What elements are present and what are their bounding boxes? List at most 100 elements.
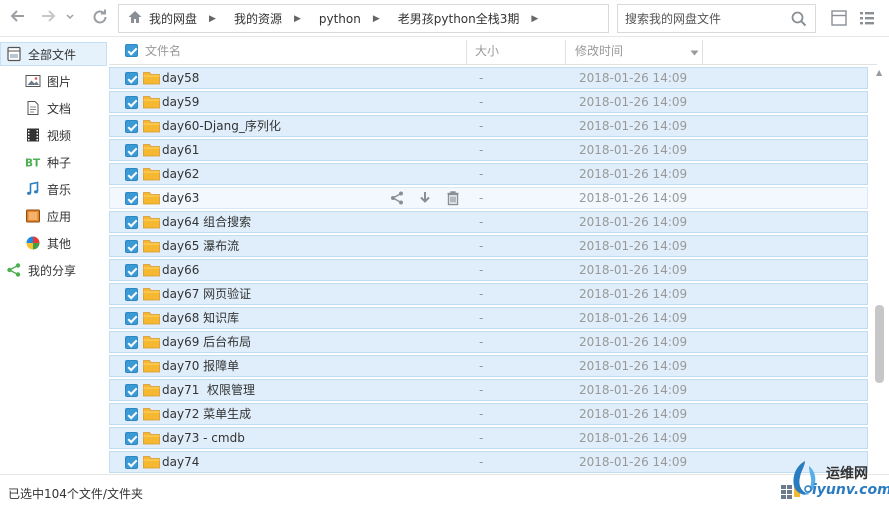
file-row[interactable]: day72 菜单生成 - 2018-01-26 14:09 — [109, 403, 868, 425]
file-modified-time: 2018-01-26 14:09 — [579, 215, 688, 229]
folder-icon — [143, 119, 160, 133]
file-modified-time: 2018-01-26 14:09 — [579, 191, 688, 205]
row-checkbox[interactable] — [125, 144, 138, 157]
sidebar-item-my-shares[interactable]: 我的分享 — [0, 258, 107, 282]
file-row[interactable]: day74 - 2018-01-26 14:09 — [109, 451, 868, 473]
file-row[interactable]: day67 网页验证 - 2018-01-26 14:09 — [109, 283, 868, 305]
row-checkbox[interactable] — [125, 288, 138, 301]
sidebar-item-apps[interactable]: 应用 — [0, 204, 107, 228]
history-dropdown-icon[interactable] — [63, 8, 77, 28]
file-size: - — [479, 383, 484, 397]
file-row[interactable]: day64 组合搜索 - 2018-01-26 14:09 — [109, 211, 868, 233]
file-name: day59 — [162, 95, 200, 109]
breadcrumb-item-current-folder[interactable]: 老男孩python全栈3期 ▶ — [398, 10, 553, 27]
file-name: day61 — [162, 143, 200, 157]
search-input[interactable] — [618, 5, 788, 32]
row-checkbox[interactable] — [125, 312, 138, 325]
file-row[interactable]: day60-Djang_序列化 - 2018-01-26 14:09 — [109, 115, 868, 137]
sidebar-item-documents[interactable]: 文档 — [0, 96, 107, 120]
file-modified-time: 2018-01-26 14:09 — [579, 383, 688, 397]
row-checkbox[interactable] — [125, 216, 138, 229]
scrollbar[interactable] — [873, 66, 887, 474]
file-modified-time: 2018-01-26 14:09 — [579, 407, 688, 421]
sidebar-item-music[interactable]: 音乐 — [0, 177, 107, 201]
file-row[interactable]: day71 权限管理 - 2018-01-26 14:09 — [109, 379, 868, 401]
file-modified-time: 2018-01-26 14:09 — [579, 71, 688, 85]
row-checkbox[interactable] — [125, 72, 138, 85]
file-name: day63 — [162, 191, 200, 205]
download-icon[interactable] — [417, 190, 433, 206]
back-arrow-icon[interactable] — [8, 8, 28, 28]
folder-icon — [143, 215, 160, 229]
file-row[interactable]: day68 知识库 - 2018-01-26 14:09 — [109, 307, 868, 329]
column-header-name[interactable]: 文件名 — [145, 38, 181, 64]
select-all-checkbox[interactable] — [125, 44, 138, 57]
row-checkbox[interactable] — [125, 168, 138, 181]
search-icon[interactable] — [791, 11, 807, 27]
home-icon[interactable] — [125, 9, 145, 29]
bt-icon: BT — [25, 154, 41, 170]
delete-icon[interactable] — [445, 190, 461, 206]
file-size: - — [479, 71, 484, 85]
row-checkbox[interactable] — [125, 384, 138, 397]
file-row[interactable]: day58 - 2018-01-26 14:09 — [109, 67, 868, 89]
file-row[interactable]: day66 - 2018-01-26 14:09 — [109, 259, 868, 281]
column-header-size[interactable]: 大小 — [475, 38, 499, 64]
breadcrumb-item-my-resources[interactable]: 我的资源 ▶ — [234, 10, 315, 27]
toolbar: 我的网盘 ▶ 我的资源 ▶ python ▶ 老男孩python全栈3期 ▶ — [0, 0, 889, 37]
file-row[interactable]: day73 - cmdb - 2018-01-26 14:09 — [109, 427, 868, 449]
file-name: day58 — [162, 71, 200, 85]
sidebar-item-label: 其他 — [47, 236, 72, 251]
sidebar-item-videos[interactable]: 视频 — [0, 123, 107, 147]
breadcrumb: 我的网盘 ▶ 我的资源 ▶ python ▶ 老男孩python全栈3期 ▶ — [118, 4, 609, 33]
breadcrumb-separator-icon: ▶ — [209, 13, 216, 24]
column-divider[interactable] — [565, 40, 566, 64]
column-divider[interactable] — [702, 40, 703, 64]
row-checkbox[interactable] — [125, 240, 138, 253]
breadcrumb-item-my-disk[interactable]: 我的网盘 ▶ — [149, 10, 230, 27]
row-checkbox[interactable] — [125, 408, 138, 421]
file-row[interactable]: day69 后台布局 - 2018-01-26 14:09 — [109, 331, 868, 353]
sidebar-item-label: 音乐 — [47, 182, 72, 197]
file-name: day64 组合搜索 — [162, 215, 252, 229]
row-checkbox[interactable] — [125, 456, 138, 469]
folder-icon — [143, 191, 160, 205]
share-icon[interactable] — [389, 190, 405, 206]
folder-icon — [143, 287, 160, 301]
grid-view-icon[interactable] — [830, 9, 848, 27]
row-checkbox[interactable] — [125, 264, 138, 277]
row-checkbox[interactable] — [125, 432, 138, 445]
list-view-icon[interactable] — [858, 9, 876, 27]
file-modified-time: 2018-01-26 14:09 — [579, 239, 688, 253]
row-checkbox[interactable] — [125, 96, 138, 109]
sidebar-item-torrents[interactable]: BT 种子 — [0, 150, 107, 174]
forward-arrow-icon[interactable] — [38, 8, 58, 28]
row-checkbox[interactable] — [125, 120, 138, 133]
sidebar-item-other[interactable]: 其他 — [0, 231, 107, 255]
row-checkbox[interactable] — [125, 336, 138, 349]
row-checkbox[interactable] — [125, 360, 138, 373]
file-row[interactable]: day59 - 2018-01-26 14:09 — [109, 91, 868, 113]
sidebar-item-all-files[interactable]: 全部文件 — [0, 42, 107, 66]
file-size: - — [479, 167, 484, 181]
watermark-site-name: 运维网 — [826, 466, 868, 482]
file-row[interactable]: day61 - 2018-01-26 14:09 — [109, 139, 868, 161]
column-divider[interactable] — [466, 40, 467, 64]
folder-icon — [143, 143, 160, 157]
file-name: day62 — [162, 167, 200, 181]
sidebar: 全部文件 图片 文档 视频 BT 种子 音乐 应用 其他 我的分享 — [0, 38, 107, 474]
sort-descending-icon[interactable] — [690, 46, 699, 60]
column-header-modified[interactable]: 修改时间 — [575, 38, 623, 64]
refresh-icon[interactable] — [90, 8, 110, 28]
scroll-up-arrow-icon[interactable]: ▲ — [876, 68, 882, 77]
file-row[interactable]: day70 报障单 - 2018-01-26 14:09 — [109, 355, 868, 377]
file-row[interactable]: day63 - 2018-01-26 14:09 — [109, 187, 868, 209]
file-row[interactable]: day62 - 2018-01-26 14:09 — [109, 163, 868, 185]
scrollbar-thumb[interactable] — [875, 305, 884, 383]
file-row[interactable]: day65 瀑布流 - 2018-01-26 14:09 — [109, 235, 868, 257]
row-checkbox[interactable] — [125, 192, 138, 205]
sidebar-item-label: 种子 — [47, 155, 72, 170]
sidebar-item-images[interactable]: 图片 — [0, 69, 107, 93]
file-modified-time: 2018-01-26 14:09 — [579, 359, 688, 373]
breadcrumb-item-python[interactable]: python ▶ — [319, 12, 394, 26]
